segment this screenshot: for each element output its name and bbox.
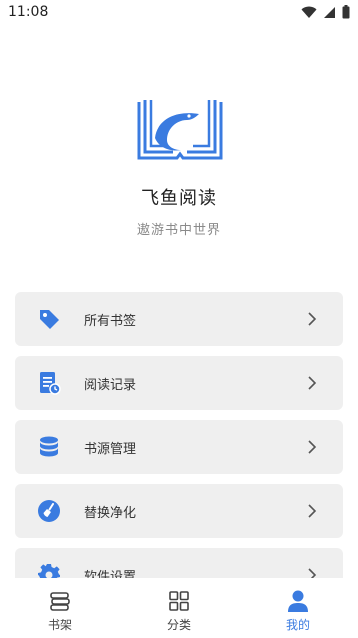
menu-item-label: 书源管理 <box>84 442 137 457</box>
menu-item-replace-purify[interactable]: 替换净化 <box>15 484 343 538</box>
chevron-right-icon <box>308 504 317 518</box>
reading-record-icon <box>40 372 61 395</box>
person-icon <box>288 590 308 612</box>
book-fish-logo <box>137 100 223 160</box>
app-name: 飞鱼阅读 <box>141 188 217 209</box>
chevron-right-icon <box>308 568 317 578</box>
menu-item-label: 软件设置 <box>84 570 137 578</box>
tab-mine[interactable]: 我的 <box>268 580 328 638</box>
tab-label: 我的 <box>285 618 310 632</box>
chevron-right-icon <box>308 376 317 390</box>
wifi-icon <box>301 6 317 18</box>
database-icon <box>40 436 58 457</box>
tab-bookshelf[interactable]: 书架 <box>30 580 90 638</box>
chevron-right-icon <box>308 440 317 454</box>
menu-item-settings[interactable]: 软件设置 <box>15 548 343 578</box>
bottom-tab-bar: 书架 分类 我的 <box>0 580 358 638</box>
tab-label: 分类 <box>166 618 191 632</box>
menu-item-label: 阅读记录 <box>84 378 137 393</box>
bookshelf-icon <box>50 592 70 611</box>
status-bar: 11:08 <box>0 0 358 24</box>
menu-item-label: 所有书签 <box>84 314 137 329</box>
menu-list: 所有书签 阅读记录 书源管理 替换净化 软件设置 <box>15 292 343 578</box>
menu-item-bookmarks[interactable]: 所有书签 <box>15 292 343 346</box>
signal-icon <box>324 6 335 18</box>
menu-item-label: 替换净化 <box>84 506 137 521</box>
battery-icon <box>342 5 350 19</box>
status-icons <box>301 5 350 19</box>
chevron-right-icon <box>308 312 317 326</box>
status-time: 11:08 <box>8 4 49 20</box>
gear-icon <box>38 564 60 578</box>
tab-category[interactable]: 分类 <box>149 580 209 638</box>
tab-label: 书架 <box>47 618 72 632</box>
broom-icon <box>38 500 60 522</box>
menu-item-reading-record[interactable]: 阅读记录 <box>15 356 343 410</box>
grid-icon <box>169 591 189 611</box>
tag-icon <box>40 310 59 329</box>
app-slogan: 遨游书中世界 <box>136 223 221 238</box>
menu-item-book-source[interactable]: 书源管理 <box>15 420 343 474</box>
